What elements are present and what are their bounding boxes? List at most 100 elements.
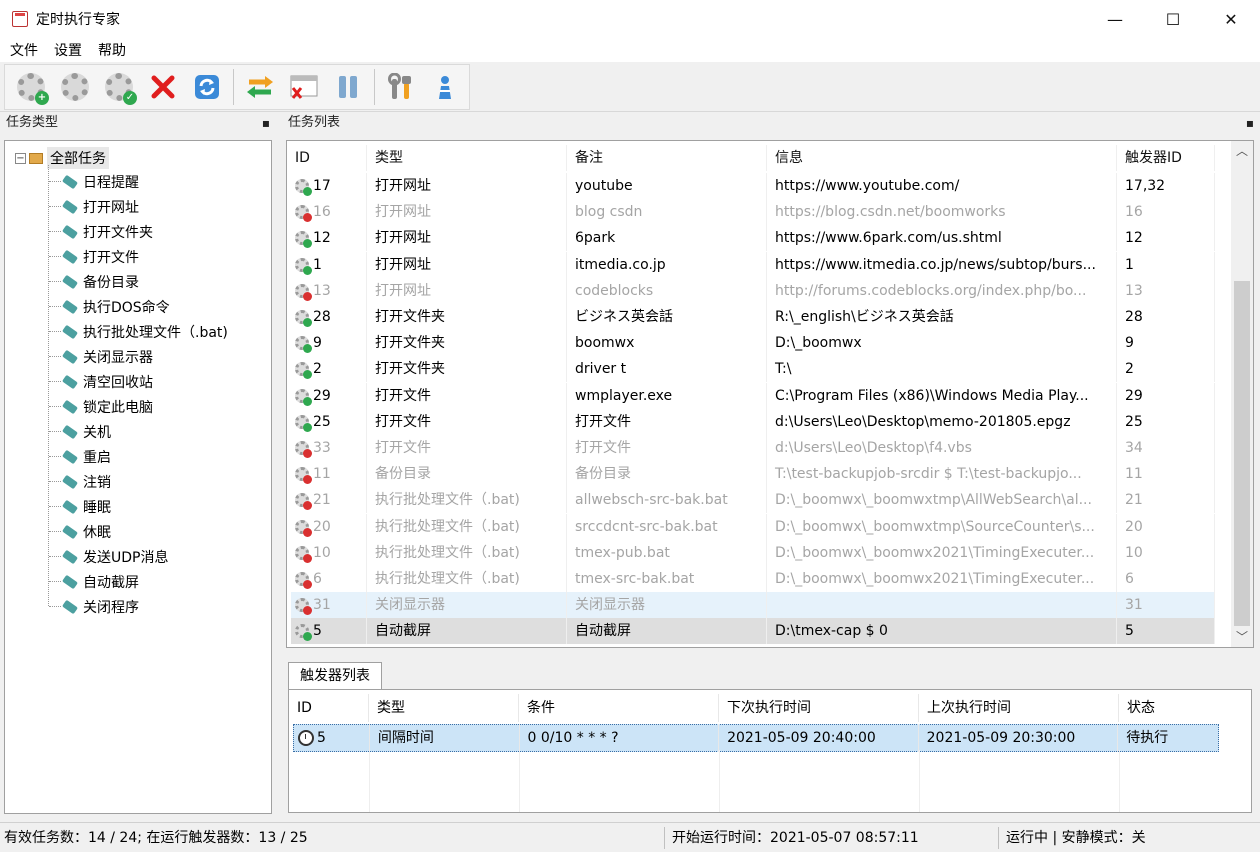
tree-item[interactable]: 休眠 (49, 519, 111, 544)
task-type: 备份目录 (367, 461, 567, 488)
col-header-type[interactable]: 类型 (369, 694, 519, 722)
task-type: 打开网址 (367, 173, 567, 199)
minimize-button[interactable]: — (1086, 0, 1144, 38)
status-start-time: 开始运行时间：2021-05-07 08:57:11 (672, 830, 919, 846)
table-row[interactable]: 12 打开网址 6park https://www.6park.com/us.shtm… (291, 225, 1215, 252)
edit-task-button[interactable] (55, 67, 95, 107)
tree-connector (49, 581, 61, 582)
col-header-note[interactable]: 备注 (567, 145, 767, 171)
close-window-button[interactable] (284, 67, 324, 107)
table-row[interactable]: 17 打开网址 youtube https://www.youtube.com/17,… (291, 173, 1215, 199)
menu-settings[interactable]: 设置 (46, 40, 90, 60)
task-note: boomwx (567, 330, 767, 357)
tab-trigger-list[interactable]: 触发器列表 (288, 662, 382, 690)
collapse-icon[interactable]: − (15, 152, 26, 164)
pause-icon (339, 76, 357, 98)
task-id: 5 (313, 623, 322, 640)
table-row[interactable]: 1 打开网址 itmedia.co.jp https://www.itmedia.co… (291, 251, 1215, 278)
tree-item-label: 自动截屏 (83, 574, 139, 591)
table-row[interactable]: 25 打开文件 打开文件 d:\Users\Leo\Desktop\memo-2018… (291, 408, 1215, 435)
table-row[interactable]: 5 自动截屏 自动截屏 D:\tmex-cap $ 05 (291, 618, 1215, 645)
tree-root[interactable]: − 全部任务 (15, 147, 109, 169)
pause-button[interactable] (328, 67, 368, 107)
table-row[interactable]: 31 关闭显示器 关闭显示器 31 (291, 592, 1215, 619)
table-row[interactable]: 20 执行批处理文件（.bat) srccdcnt-src-bak.bat D:\_b… (291, 513, 1215, 540)
tree-item[interactable]: 打开文件 (49, 244, 139, 269)
enable-task-button[interactable]: ✓ (99, 67, 139, 107)
tree-item[interactable]: 睡眠 (49, 494, 111, 519)
table-row[interactable]: 11 备份目录 备份目录 T:\test-backupjob-srcdir $ T:\… (291, 461, 1215, 488)
col-header-trigger-id[interactable]: 触发器ID (1117, 145, 1215, 171)
scroll-up-icon[interactable]: ︿ (1231, 141, 1253, 161)
maximize-button[interactable]: ☐ (1144, 0, 1202, 38)
tree-item[interactable]: 锁定此电脑 (49, 394, 153, 419)
table-row[interactable]: 28 打开文件夹 ビジネス英会話 R:\_english\ビジネス英会話 28 (291, 304, 1215, 330)
tree-item[interactable]: 发送UDP消息 (49, 544, 168, 569)
task-type-icon (61, 324, 79, 339)
tree-item[interactable]: 打开文件夹 (49, 219, 153, 244)
delete-task-button[interactable] (143, 67, 183, 107)
refresh-button[interactable] (187, 67, 227, 107)
col-header-state[interactable]: 状态 (1119, 694, 1219, 722)
tree-item-label: 关闭程序 (83, 599, 139, 616)
task-trigger-id: 31 (1117, 592, 1215, 619)
table-row[interactable]: 33 打开文件 打开文件 d:\Users\Leo\Desktop\f4.vbs 34 (291, 435, 1215, 461)
tree-item-label: 睡眠 (83, 499, 111, 516)
task-type: 自动截屏 (367, 618, 567, 645)
task-id-cell: 6 (291, 566, 367, 592)
table-row[interactable]: 13 打开网址 codeblocks http://forums.codeblocks… (291, 277, 1215, 304)
tree-item[interactable]: 打开网址 (49, 194, 139, 219)
close-button[interactable]: ✕ (1202, 0, 1260, 38)
menu-file[interactable]: 文件 (2, 40, 46, 60)
col-header-last-run[interactable]: 上次执行时间 (919, 694, 1119, 722)
trigger-row[interactable]: 5 间隔时间 0 0/10 * * * ? 2021-05-09 20:40:0… (293, 724, 1219, 752)
col-header-type[interactable]: 类型 (367, 145, 567, 171)
tree-item[interactable]: 执行批处理文件（.bat) (49, 319, 228, 344)
tree-item[interactable]: 执行DOS命令 (49, 294, 170, 319)
tree-item[interactable]: 注销 (49, 469, 111, 494)
table-row[interactable]: 10 执行批处理文件（.bat) tmex-pub.bat D:\_boomwx\_b… (291, 539, 1215, 566)
tree-item[interactable]: 备份目录 (49, 269, 139, 294)
tree-item[interactable]: 自动截屏 (49, 569, 139, 594)
tree-item[interactable]: 关闭程序 (49, 594, 139, 619)
task-note: itmedia.co.jp (567, 251, 767, 278)
task-note: 关闭显示器 (567, 592, 767, 619)
col-header-condition[interactable]: 条件 (519, 694, 719, 722)
status-separator (998, 827, 999, 849)
tree-item[interactable]: 重启 (49, 444, 111, 469)
table-row[interactable]: 6 执行批处理文件（.bat) tmex-src-bak.bat D:\_boomwx… (291, 566, 1215, 592)
add-task-button[interactable]: + (11, 67, 51, 107)
task-note: tmex-pub.bat (567, 539, 767, 566)
switch-button[interactable] (240, 67, 280, 107)
scroll-thumb[interactable] (1234, 281, 1250, 626)
pin-icon[interactable]: ▪ (262, 112, 270, 134)
col-header-id[interactable]: ID (293, 694, 369, 722)
table-row[interactable]: 21 执行批处理文件（.bat) allwebsch-src-bak.bat D:\_… (291, 487, 1215, 514)
task-type: 打开网址 (367, 251, 567, 278)
table-row[interactable]: 29 打开文件 wmplayer.exe C:\Program Files (x86)… (291, 382, 1215, 409)
task-info: D:\_boomwx\_boomwx2021\TimingExecuter... (767, 539, 1117, 566)
folder-icon (29, 152, 43, 164)
tree-item[interactable]: 清空回收站 (49, 369, 153, 394)
tree-item[interactable]: 关闭显示器 (49, 344, 153, 369)
col-header-id[interactable]: ID (291, 145, 367, 171)
scroll-down-icon[interactable]: ﹀ (1231, 627, 1253, 647)
table-row[interactable]: 9 打开文件夹 boomwx D:\_boomwx 9 (291, 330, 1215, 357)
col-header-next-run[interactable]: 下次执行时间 (719, 694, 919, 722)
tree-item[interactable]: 关机 (49, 419, 111, 444)
task-id-cell: 17 (291, 173, 367, 199)
table-row[interactable]: 16 打开网址 blog csdn https://blog.csdn.net/boo… (291, 199, 1215, 226)
task-id-cell: 11 (291, 461, 367, 488)
tree-root-label: 全部任务 (47, 147, 109, 169)
task-enabled-icon (295, 310, 312, 327)
col-header-info[interactable]: 信息 (767, 145, 1117, 171)
task-trigger-id: 12 (1117, 225, 1215, 252)
menu-help[interactable]: 帮助 (90, 40, 134, 60)
pin-icon[interactable]: ▪ (1246, 112, 1254, 134)
user-button[interactable] (425, 67, 465, 107)
vertical-scrollbar[interactable]: ︿ ﹀ (1231, 141, 1253, 647)
task-note: driver t (567, 356, 767, 383)
table-row[interactable]: 2 打开文件夹 driver t T:\ 2 (291, 356, 1215, 383)
tree-item[interactable]: 日程提醒 (49, 169, 139, 194)
tools-button[interactable] (381, 67, 421, 107)
